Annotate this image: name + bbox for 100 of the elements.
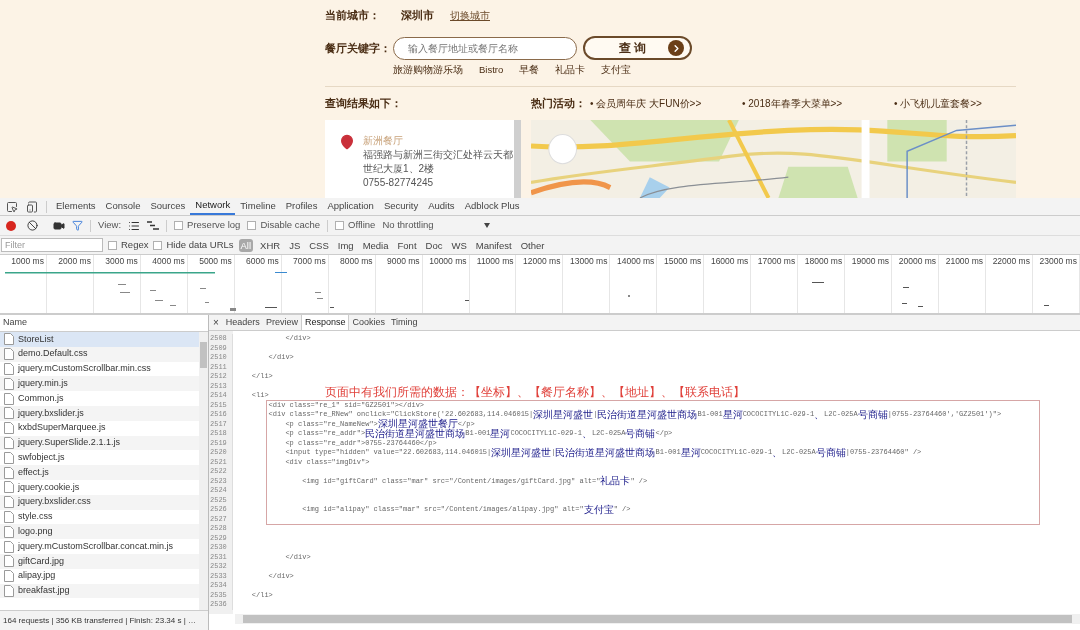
- file-name: breakfast.jpg: [18, 584, 70, 598]
- time-tick: 12000 ms: [523, 255, 561, 267]
- store-address: 福强路与新洲三街交汇处祥云天都世纪大厦1、2楼: [363, 148, 514, 176]
- city-label: 当前城市：: [325, 7, 381, 23]
- time-tick: 21000 ms: [945, 255, 983, 267]
- time-tick: 2000 ms: [58, 255, 91, 267]
- file-name: jquery.bxslider.js: [18, 406, 84, 420]
- time-tick: 4000 ms: [152, 255, 185, 267]
- file-name: jquery.bxslider.css: [18, 495, 91, 509]
- time-tick: 22000 ms: [992, 255, 1030, 267]
- store-phone: 0755-82774245: [363, 176, 435, 190]
- type-filter[interactable]: Img: [335, 238, 356, 252]
- file-name: giftCard.jpg: [18, 554, 65, 568]
- devtools-tab[interactable]: Security: [378, 198, 424, 215]
- detail-tab[interactable]: Cookies: [349, 315, 388, 330]
- file-name: kxbdSuperMarquee.js: [18, 421, 106, 435]
- option-label: Hide data URLs: [166, 237, 234, 252]
- promotion-link[interactable]: • 会员周年庆 大FUN价>>: [590, 95, 742, 111]
- time-tick: 18000 ms: [804, 255, 843, 267]
- quick-tag[interactable]: Bistro: [479, 62, 504, 78]
- type-filter[interactable]: JS: [287, 238, 303, 252]
- detail-tab[interactable]: Response: [300, 315, 350, 330]
- throttling-dropdown[interactable]: No throttling: [382, 218, 491, 233]
- search-button[interactable]: 查 询: [583, 36, 692, 60]
- store-name: 新洲餐厅: [363, 134, 404, 148]
- column-header: Name: [3, 316, 27, 330]
- type-filter[interactable]: Media: [360, 238, 391, 252]
- time-tick: 9000 ms: [386, 255, 420, 267]
- option-label: Offline: [348, 218, 376, 233]
- time-tick: 3000 ms: [105, 255, 138, 267]
- promotion-link[interactable]: • 小飞机儿童套餐>>: [894, 95, 1046, 111]
- time-tick: 8000 ms: [340, 255, 373, 267]
- filter-field[interactable]: Filter: [1, 238, 103, 252]
- quick-tag[interactable]: 礼品卡: [555, 62, 586, 78]
- file-name: jquery.mCustomScrollbar.concat.min.js: [18, 539, 173, 553]
- file-name: jquery.SuperSlide.2.1.1.js: [18, 436, 120, 450]
- time-tick: 16000 ms: [710, 255, 749, 267]
- devtools-tab[interactable]: Adblock Plus: [459, 198, 525, 215]
- type-filter[interactable]: WS: [449, 238, 469, 252]
- option-label: Regex: [121, 237, 149, 252]
- request-row[interactable]: StoreList: [0, 332, 199, 347]
- devtools-tab[interactable]: Sources: [145, 198, 191, 215]
- devtools-tab[interactable]: Elements: [51, 198, 101, 215]
- quick-tag[interactable]: 早餐: [519, 62, 540, 78]
- file-name: demo.Default.css: [18, 347, 88, 361]
- option-label: Disable cache: [260, 218, 321, 233]
- store-card[interactable]: 新洲餐厅 福强路与新洲三街交汇处祥云天都世纪大厦1、2楼 0755-82774245: [325, 120, 521, 198]
- time-tick: 7000 ms: [293, 255, 326, 267]
- file-name: logo.png: [18, 525, 53, 538]
- detail-tab[interactable]: Timing: [387, 315, 421, 330]
- time-tick: 15000 ms: [663, 255, 702, 267]
- request-row[interactable]: logo.png: [0, 524, 199, 540]
- quick-tag[interactable]: 旅游购物游乐场: [393, 62, 463, 78]
- time-tick: 6000 ms: [246, 255, 279, 267]
- file-name: jquery.cookie.js: [18, 480, 80, 494]
- time-tick: 13000 ms: [570, 255, 608, 267]
- request-row[interactable]: jquery.min.js: [0, 376, 199, 392]
- close-button[interactable]: ×: [209, 315, 223, 330]
- time-tick: 17000 ms: [757, 255, 796, 267]
- type-filter[interactable]: Manifest: [473, 238, 514, 252]
- time-tick: 20000 ms: [898, 255, 937, 267]
- keyword-label: 餐厅关键字：: [325, 40, 392, 56]
- devtools-tab[interactable]: Console: [100, 198, 146, 215]
- type-filter[interactable]: Doc: [423, 238, 445, 252]
- results-label: 查询结果如下：: [325, 95, 403, 111]
- file-name: Common.js: [18, 391, 64, 405]
- file-name: StoreList: [18, 332, 54, 346]
- devtools-tab[interactable]: Timeline: [235, 198, 281, 215]
- type-filter[interactable]: Other: [518, 238, 547, 252]
- file-name: effect.js: [18, 465, 49, 479]
- file-name: alipay.jpg: [18, 569, 56, 583]
- status-summary: 164 requests | 356 KB transferred | Finish: 23.34 s | …: [3, 614, 196, 627]
- detail-tab[interactable]: Headers: [222, 315, 263, 330]
- quick-tag[interactable]: 支付宝: [601, 62, 632, 78]
- search-field[interactable]: 输入餐厅地址或餐厅名称: [393, 36, 577, 60]
- file-name: swfobject.js: [18, 451, 65, 464]
- time-tick: 19000 ms: [851, 255, 890, 267]
- switch-city-link[interactable]: 切换城市: [450, 7, 490, 23]
- option-label: Preserve log: [187, 218, 241, 233]
- time-tick: 23000 ms: [1039, 255, 1077, 267]
- annotation-text: 页面中有我们所需的数据：【坐标】、【餐厅名称】、【地址】、【联系电话】: [325, 385, 745, 399]
- devtools-tab[interactable]: Application: [322, 198, 379, 215]
- type-filter[interactable]: XHR: [258, 238, 283, 252]
- time-tick: 5000 ms: [199, 255, 232, 267]
- hot-label: 热门活动：: [531, 95, 586, 111]
- view-label: View:: [98, 218, 122, 233]
- time-tick: 1000 ms: [11, 255, 44, 267]
- type-filter[interactable]: Font: [395, 238, 419, 252]
- file-name: jquery.mCustomScrollbar.min.css: [18, 362, 151, 376]
- file-name: jquery.min.js: [18, 377, 68, 391]
- file-name: style.css: [18, 510, 53, 524]
- detail-tab[interactable]: Preview: [262, 315, 301, 330]
- devtools-tab[interactable]: Audits: [423, 198, 460, 215]
- promotion-link[interactable]: • 2018年春季大菜单>>: [742, 95, 894, 111]
- current-city: 深圳市: [401, 7, 434, 23]
- request-row[interactable]: effect.js: [0, 465, 199, 480]
- time-tick: 10000 ms: [429, 255, 467, 267]
- time-tick: 14000 ms: [617, 255, 655, 267]
- devtools-tab[interactable]: Profiles: [280, 198, 323, 215]
- type-filter[interactable]: CSS: [307, 238, 331, 252]
